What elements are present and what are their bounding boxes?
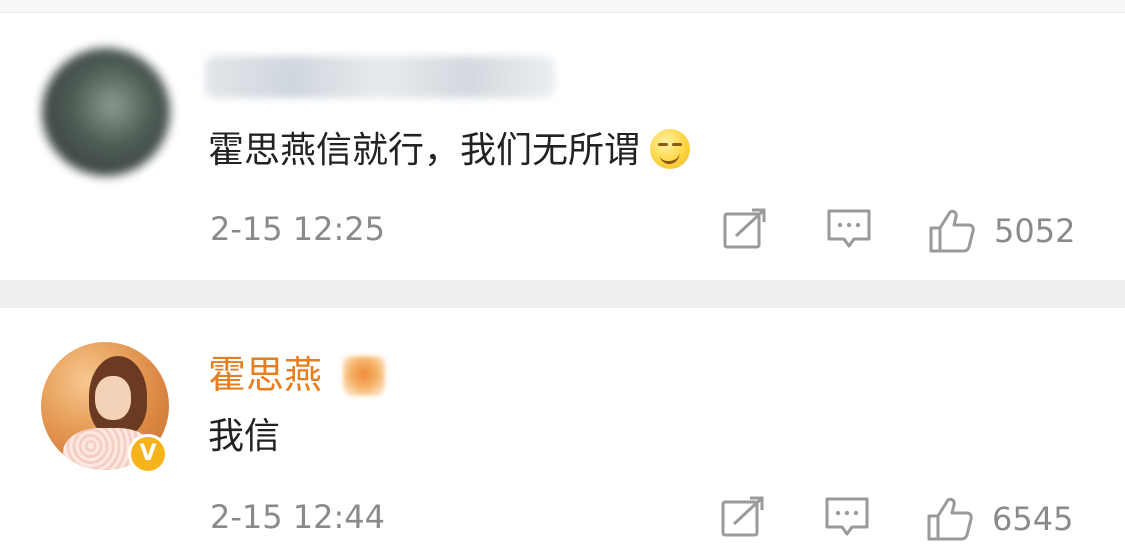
- section-divider: [0, 280, 1125, 308]
- verified-badge-icon: V: [128, 434, 168, 474]
- username-redacted[interactable]: [205, 56, 555, 98]
- comment-text: 我信: [208, 416, 281, 457]
- timestamp: 2-15 12:25: [210, 210, 386, 248]
- share-icon: [723, 208, 766, 249]
- thumbs-up-icon: [927, 497, 973, 541]
- username[interactable]: 霍思燕: [208, 348, 322, 402]
- smirk-emoji-icon: [650, 129, 691, 169]
- like-count: 6545: [992, 500, 1074, 538]
- reply-button[interactable]: [826, 208, 872, 250]
- timestamp: 2-15 12:44: [210, 498, 386, 536]
- avatar[interactable]: [42, 48, 170, 176]
- like-button[interactable]: 5052: [928, 208, 1075, 254]
- comment-item: V 霍思燕 我信 2-15 12:44 6545: [0, 308, 1125, 550]
- top-divider: [0, 0, 1125, 13]
- like-button[interactable]: 6545: [926, 496, 1073, 542]
- comment-icon: [825, 497, 869, 536]
- comment-icon: [827, 209, 871, 248]
- like-count: 5052: [994, 212, 1076, 250]
- share-button[interactable]: [722, 208, 768, 250]
- share-icon: [721, 496, 764, 537]
- comment-text: 霍思燕信就行，我们无所谓: [208, 124, 691, 178]
- share-button[interactable]: [720, 496, 766, 538]
- member-badge-icon: [343, 356, 385, 396]
- reply-button[interactable]: [824, 496, 870, 538]
- comment-item: 霍思燕信就行，我们无所谓 2-15 12:25 5052: [0, 14, 1125, 280]
- comment-text-content: 霍思燕信就行，我们无所谓: [208, 130, 641, 171]
- thumbs-up-icon: [929, 209, 975, 253]
